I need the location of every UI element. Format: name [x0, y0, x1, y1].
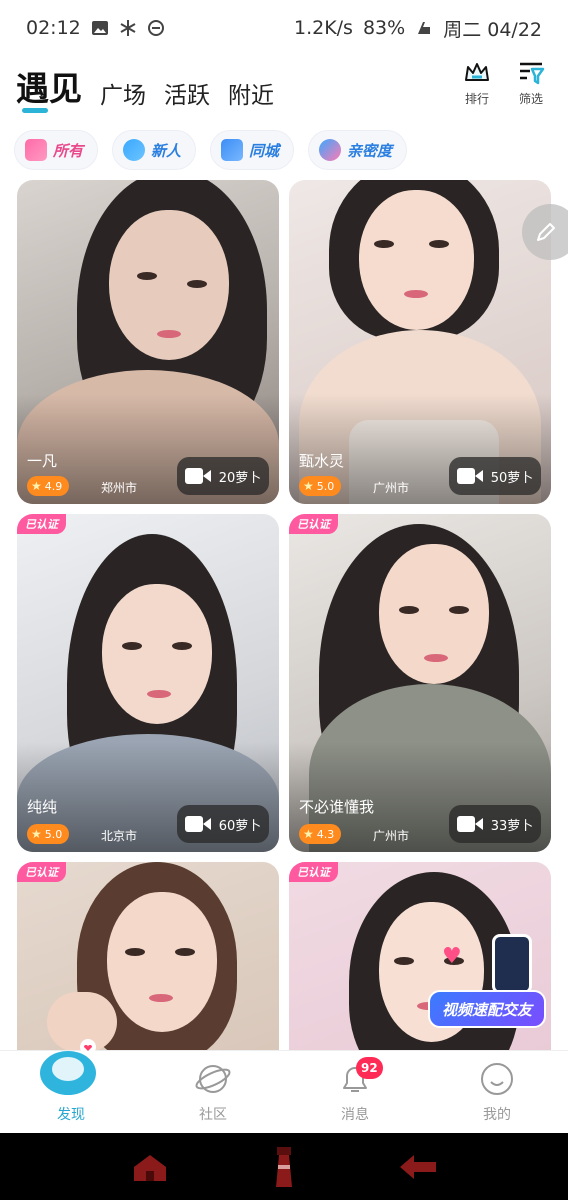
video-camera-icon	[456, 815, 483, 833]
city-icon	[221, 139, 244, 161]
nav-me[interactable]: 我的	[426, 1051, 568, 1132]
status-bar: 02:12 1.2K/s 83% 周二 04/22	[0, 0, 568, 56]
video-match-promo[interactable]: ♥ 视频速配交友	[428, 934, 546, 1028]
user-card[interactable]: 一凡 ★ 4.9 郑州市 20萝卜	[17, 180, 279, 504]
status-left: 02:12	[26, 17, 165, 39]
verified-badge: 已认证	[17, 514, 66, 534]
nav-discover-label: 发现	[57, 1107, 85, 1123]
tab-square[interactable]: 广场	[100, 76, 146, 114]
user-city: 北京市	[101, 829, 138, 843]
user-photo	[17, 862, 279, 1050]
user-card[interactable]: 已认证 纯纯 ★ 5.0 北京市 60萝卜	[17, 514, 279, 852]
nav-me-label: 我的	[483, 1107, 511, 1123]
top-header: 遇见 广场 活跃 附近 排行 筛选	[0, 56, 568, 120]
tab-meet[interactable]: 遇见	[16, 62, 82, 114]
user-name: 纯纯	[27, 798, 58, 816]
video-camera-icon	[456, 467, 483, 485]
user-grid: 一凡 ★ 4.9 郑州市 20萝卜 甄水灵 ★ 5.0 广州市 50萝卜 已认证…	[0, 180, 568, 1050]
system-nav-bar	[0, 1133, 568, 1200]
pencil-icon	[537, 223, 555, 241]
heart-icon: ♥	[442, 944, 462, 969]
rating-badge: ★ 4.9	[27, 476, 70, 496]
lighthouse-icon[interactable]	[270, 1145, 298, 1189]
main-tabs: 遇见 广场 活跃 附近	[16, 62, 274, 114]
rank-button[interactable]: 排行	[462, 58, 492, 107]
tab-nearby[interactable]: 附近	[228, 76, 274, 114]
video-call-price-button[interactable]: 20萝卜	[177, 457, 269, 495]
video-call-price-button[interactable]: 60萝卜	[177, 805, 269, 843]
discover-icon	[40, 1039, 96, 1095]
star-icon: ★	[31, 479, 42, 493]
home-house-icon[interactable]	[130, 1151, 170, 1183]
nav-messages[interactable]: 消息 92	[284, 1051, 426, 1132]
header-actions: 排行 筛选	[462, 58, 546, 107]
nav-community-label: 社区	[199, 1107, 227, 1123]
unread-count-badge: 92	[356, 1057, 383, 1079]
grid-icon	[25, 139, 47, 161]
battery-charging-icon	[418, 22, 431, 34]
new-person-icon	[123, 139, 146, 161]
chip-intimacy-label: 亲密度	[347, 141, 393, 160]
chip-all[interactable]: 所有	[14, 130, 99, 170]
star-icon: ★	[303, 827, 314, 841]
date: 周二 04/22	[443, 18, 542, 41]
chip-same-city[interactable]: 同城	[210, 130, 295, 170]
planet-icon	[195, 1065, 231, 1093]
chip-same-city-label: 同城	[249, 141, 280, 160]
user-card[interactable]: 已认证 不必谁懂我 ★ 4.3 广州市 33萝卜	[289, 514, 551, 852]
phone-icon	[492, 934, 532, 994]
chip-new[interactable]: 新人	[112, 130, 197, 170]
filter-button[interactable]: 筛选	[516, 58, 546, 107]
do-not-disturb-icon	[147, 20, 164, 36]
status-right: 1.2K/s 83% 周二 04/22	[294, 15, 542, 42]
user-city: 广州市	[373, 829, 410, 843]
nav-messages-label: 消息	[341, 1107, 369, 1123]
network-speed: 1.2K/s	[293, 17, 353, 39]
user-name: 不必谁懂我	[299, 798, 375, 816]
smiley-icon	[481, 1063, 513, 1095]
tab-active[interactable]: 活跃	[164, 76, 210, 114]
rating-badge: ★ 5.0	[299, 476, 342, 496]
crown-icon	[465, 63, 489, 81]
filter-icon	[520, 62, 545, 85]
video-camera-icon	[184, 467, 211, 485]
user-city: 郑州市	[101, 481, 138, 495]
snowflake-icon	[120, 20, 136, 36]
chip-new-label: 新人	[151, 141, 182, 160]
rating-badge: ★ 4.3	[299, 824, 342, 844]
star-icon: ★	[31, 827, 42, 841]
rank-label: 排行	[464, 92, 489, 106]
user-card[interactable]: 甄水灵 ★ 5.0 广州市 50萝卜	[289, 180, 551, 504]
promo-label: 视频速配交友	[428, 990, 546, 1028]
battery-level: 83%	[362, 17, 406, 39]
image-icon	[91, 21, 108, 35]
user-city: 广州市	[373, 481, 410, 495]
video-camera-icon	[184, 815, 211, 833]
verified-badge: 已认证	[289, 514, 338, 534]
nav-discover[interactable]: 发现	[0, 1039, 142, 1132]
nav-community[interactable]: 社区	[142, 1051, 284, 1132]
verified-badge: 已认证	[289, 862, 338, 882]
video-call-price-button[interactable]: 33萝卜	[449, 805, 541, 843]
heart-icon	[319, 139, 342, 161]
verified-badge: 已认证	[17, 862, 66, 882]
chip-intimacy[interactable]: 亲密度	[308, 130, 408, 170]
chip-all-label: 所有	[53, 141, 84, 160]
back-arrow-icon[interactable]	[398, 1153, 438, 1181]
filter-chips: 所有 新人 同城 亲密度	[14, 130, 408, 170]
star-icon: ★	[303, 479, 314, 493]
user-card[interactable]: 已认证	[17, 862, 279, 1050]
user-name: 甄水灵	[299, 452, 345, 470]
clock: 02:12	[26, 17, 81, 39]
rating-badge: ★ 5.0	[27, 824, 70, 844]
active-tab-indicator	[22, 108, 48, 113]
user-name: 一凡	[27, 452, 58, 470]
video-call-price-button[interactable]: 50萝卜	[449, 457, 541, 495]
filter-label: 筛选	[518, 92, 543, 106]
bottom-nav: 发现 社区 消息 92 我的	[0, 1039, 568, 1132]
